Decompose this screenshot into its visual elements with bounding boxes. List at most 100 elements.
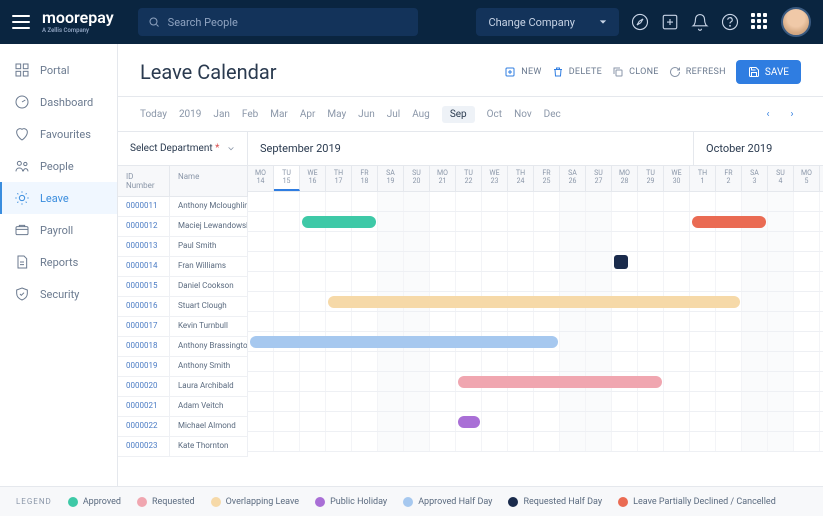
sidebar-item-favourites[interactable]: Favourites	[0, 118, 117, 150]
day-header: FR25	[534, 166, 560, 191]
apps-icon[interactable]	[751, 13, 769, 31]
leave-bar[interactable]	[328, 296, 740, 308]
month-jul[interactable]: Jul	[387, 109, 400, 120]
legend-item: Leave Partially Declined / Cancelled	[618, 497, 776, 507]
person-id[interactable]: 0000019	[118, 357, 170, 376]
person-name: Stuart Clough	[170, 297, 248, 316]
plus-icon[interactable]	[661, 13, 679, 31]
person-id[interactable]: 0000014	[118, 257, 170, 276]
table-row: 0000017Kevin Turnbull	[118, 317, 248, 337]
person-id[interactable]: 0000012	[118, 217, 170, 236]
legend-item: Requested	[137, 497, 195, 507]
col-name-header: Name	[170, 166, 248, 196]
new-button[interactable]: NEW	[504, 66, 541, 78]
day-header: WE30	[664, 166, 690, 191]
menu-icon[interactable]	[12, 15, 30, 29]
day-header: TU29	[638, 166, 664, 191]
leave-bar[interactable]	[692, 216, 766, 228]
compass-icon[interactable]	[631, 13, 649, 31]
day-header: SU27	[586, 166, 612, 191]
sidebar-item-dashboard[interactable]: Dashboard	[0, 86, 117, 118]
sidebar-item-reports[interactable]: Reports	[0, 246, 117, 278]
person-id[interactable]: 0000023	[118, 437, 170, 456]
person-name: Paul Smith	[170, 237, 248, 256]
month-aug[interactable]: Aug	[412, 109, 430, 120]
month-apr[interactable]: Apr	[300, 109, 316, 120]
person-id[interactable]: 0000016	[118, 297, 170, 316]
help-icon[interactable]	[721, 13, 739, 31]
person-name: Maciej Lewandowski	[170, 217, 248, 236]
day-header: MO28	[612, 166, 638, 191]
avatar[interactable]	[781, 7, 811, 37]
leave-bar[interactable]	[458, 416, 480, 428]
person-id[interactable]: 0000017	[118, 317, 170, 336]
calendar-row	[248, 372, 823, 392]
day-header: WE16	[300, 166, 326, 191]
prev-button[interactable]: ‹	[759, 105, 777, 123]
refresh-button[interactable]: REFRESH	[669, 66, 726, 78]
person-id[interactable]: 0000015	[118, 277, 170, 296]
sidebar-item-payroll[interactable]: Payroll	[0, 214, 117, 246]
month-jun[interactable]: Jun	[358, 109, 375, 120]
table-row: 0000021Adam Veitch	[118, 397, 248, 417]
legend-item: Approved	[68, 497, 121, 507]
day-header: WE23	[482, 166, 508, 191]
calendar-row	[248, 352, 823, 372]
delete-button[interactable]: DELETE	[552, 66, 602, 78]
col-id-header: ID Number	[118, 166, 170, 196]
month-label-2: October 2019	[693, 132, 823, 165]
table-row: 0000022Michael Almond	[118, 417, 248, 437]
clone-button[interactable]: CLONE	[612, 66, 659, 78]
next-button[interactable]: ›	[783, 105, 801, 123]
logo: moorepay A Zellis Company	[42, 10, 114, 34]
person-name: Michael Almond	[170, 417, 248, 436]
save-button[interactable]: SAVE	[736, 60, 801, 84]
person-id[interactable]: 0000018	[118, 337, 170, 356]
month-oct[interactable]: Oct	[487, 109, 502, 120]
month-jan[interactable]: Jan	[213, 109, 229, 120]
calendar-row	[248, 212, 823, 232]
month-nov[interactable]: Nov	[514, 109, 532, 120]
table-row: 0000012Maciej Lewandowski	[118, 217, 248, 237]
person-name: Kate Thornton	[170, 437, 248, 456]
table-row: 0000015Daniel Cookson	[118, 277, 248, 297]
today-button[interactable]: Today	[140, 109, 167, 120]
company-select[interactable]: Change Company	[476, 8, 619, 36]
leave-bar[interactable]	[302, 216, 376, 228]
sidebar-item-security[interactable]: Security	[0, 278, 117, 310]
person-name: Anthony Brassington	[170, 337, 248, 356]
month-may[interactable]: May	[327, 109, 346, 120]
person-id[interactable]: 0000020	[118, 377, 170, 396]
month-feb[interactable]: Feb	[242, 109, 258, 120]
month-dec[interactable]: Dec	[544, 109, 561, 120]
leave-bar[interactable]	[250, 336, 558, 348]
month-sep[interactable]: Sep	[442, 106, 475, 123]
person-id[interactable]: 0000022	[118, 417, 170, 436]
person-id[interactable]: 0000013	[118, 237, 170, 256]
sidebar-item-people[interactable]: People	[0, 150, 117, 182]
sidebar-item-leave[interactable]: Leave	[0, 182, 117, 214]
leave-bar[interactable]	[614, 255, 628, 269]
day-header: MO5	[794, 166, 820, 191]
month-mar[interactable]: Mar	[270, 109, 288, 120]
person-name: Adam Veitch	[170, 397, 248, 416]
person-id[interactable]: 0000011	[118, 197, 170, 216]
sidebar-item-label: Payroll	[40, 224, 73, 237]
table-row: 0000019Anthony Smith	[118, 357, 248, 377]
sidebar-item-portal[interactable]: Portal	[0, 54, 117, 86]
month-selector: Today 2019 Jan Feb Mar Apr May Jun Jul Aug Sep Oc…	[118, 97, 823, 132]
day-header: MO21	[430, 166, 456, 191]
search-input[interactable]: Search People	[138, 8, 418, 36]
department-select[interactable]: Select Department *	[118, 132, 248, 165]
calendar-row	[248, 252, 823, 272]
person-name: Anthony Smith	[170, 357, 248, 376]
calendar-row	[248, 232, 823, 252]
year-label[interactable]: 2019	[179, 109, 201, 120]
sidebar-item-label: People	[40, 160, 74, 173]
day-header: MO14	[248, 166, 274, 191]
bell-icon[interactable]	[691, 13, 709, 31]
person-id[interactable]: 0000021	[118, 397, 170, 416]
leave-bar[interactable]	[458, 376, 662, 388]
person-name: Daniel Cookson	[170, 277, 248, 296]
table-row: 0000013Paul Smith	[118, 237, 248, 257]
